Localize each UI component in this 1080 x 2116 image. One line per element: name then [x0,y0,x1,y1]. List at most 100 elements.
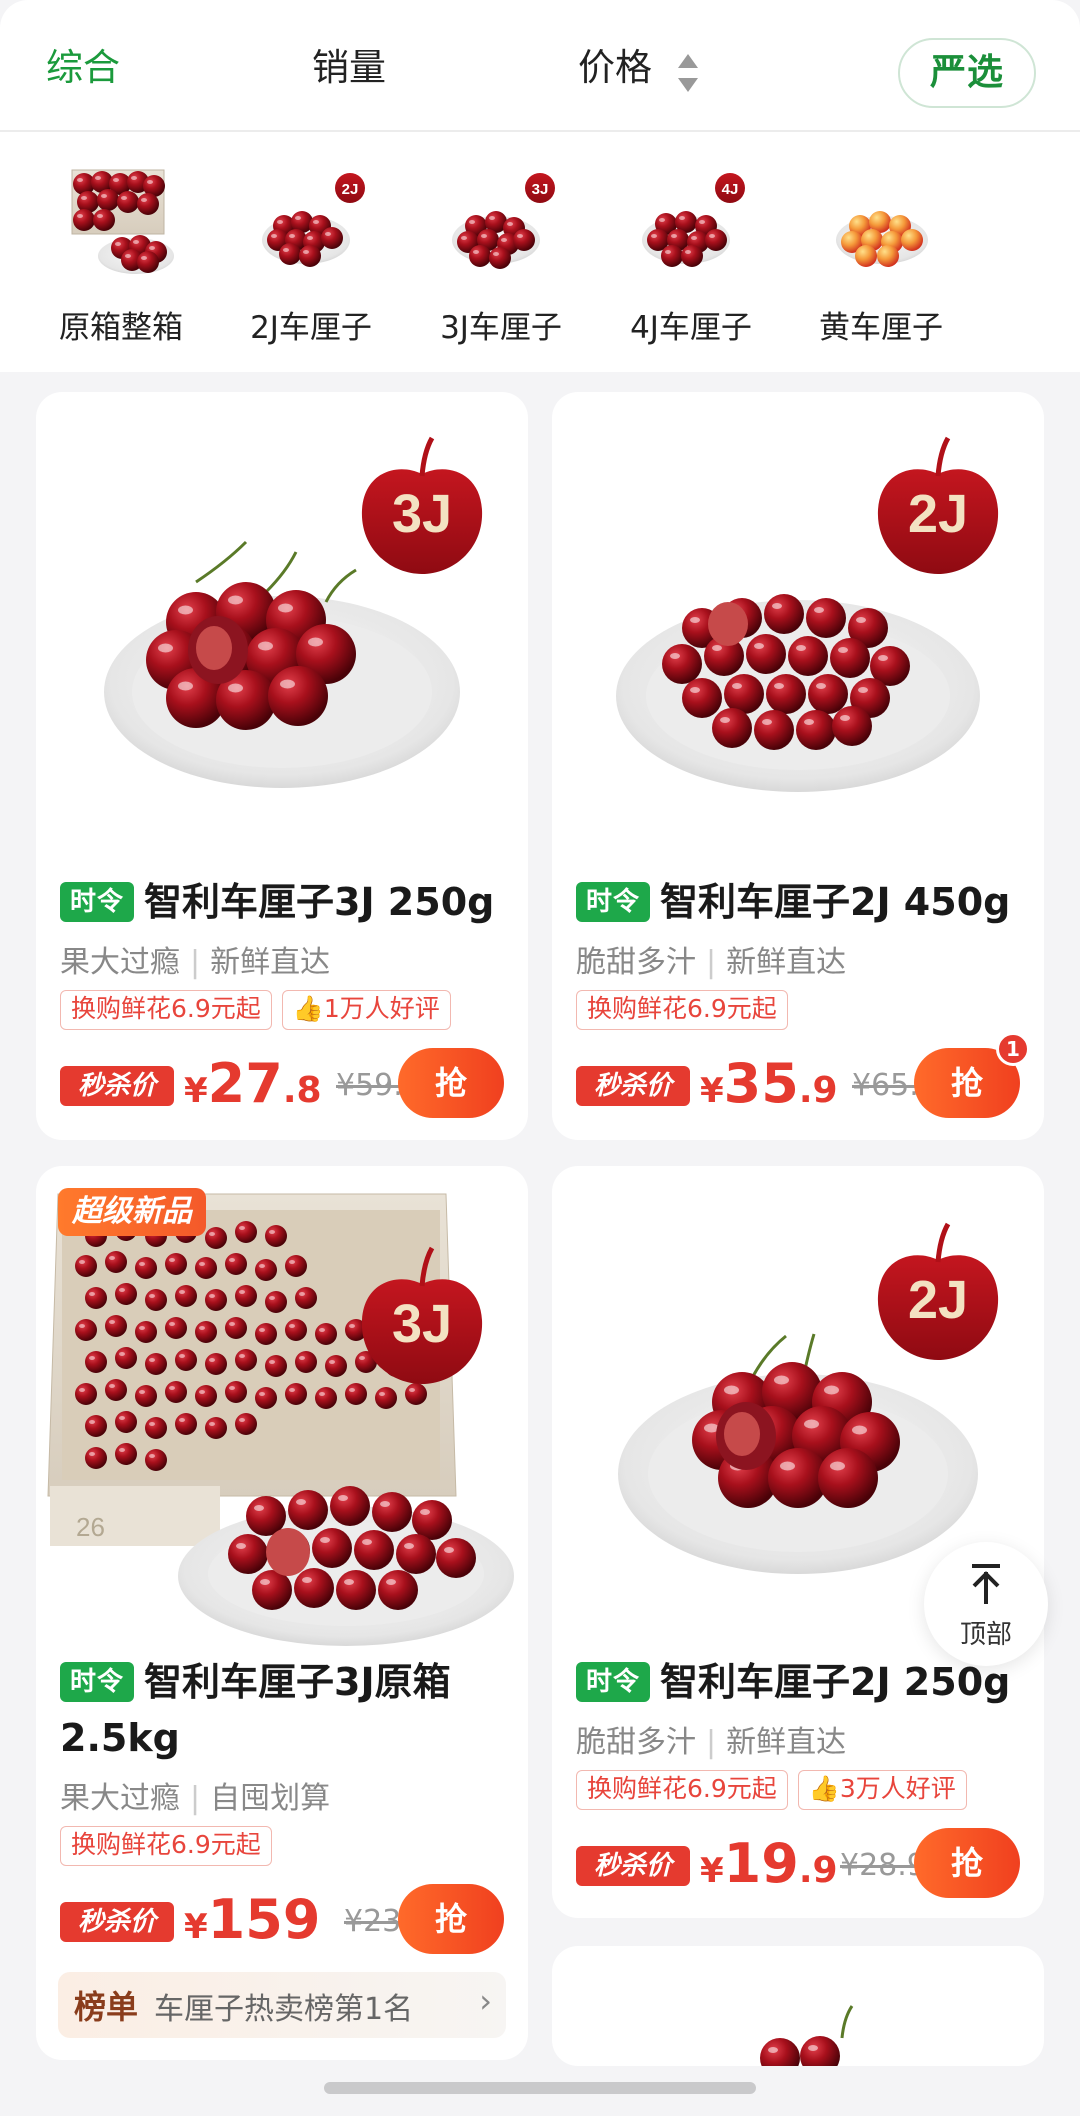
grade-label: 2J [908,1270,968,1330]
category-label: 4J车厘子 [630,310,752,346]
product-card[interactable]: 2J 时令 智利车厘子2J 450g 脆甜多汁 | 新鲜直达 换购鲜花6.9元起 秒杀… [552,392,1044,1140]
promo-chip[interactable]: 换购鲜花6.9元起 [60,1826,272,1866]
product-image: 3J [104,436,483,788]
price-integer: 35 [723,1052,799,1115]
cherry-plate-thumbnail: 2J [262,173,365,267]
grab-button-label: 抢 [950,1064,983,1102]
product-title-line2: 2.5kg [60,1716,180,1760]
tag: 自囤划算 [210,1781,331,1816]
product-image: 26 3J [47,1193,514,1646]
product-card-partial[interactable] [552,1946,1044,2066]
promo-chips: 换购鲜花6.9元起 [60,1826,282,1866]
grade-label: 3J [532,181,549,198]
cart-count-badge: 1 [996,1032,1030,1066]
review-chip[interactable]: 👍1万人好评 [281,990,451,1030]
new-product-badge: 超级新品 [58,1188,206,1236]
currency-symbol: ¥ [700,1071,724,1111]
home-indicator[interactable] [324,2082,756,2094]
category-item-yellow[interactable]: 黄车厘子 [786,160,976,370]
promo-chip[interactable]: 换购鲜花6.9元起 [576,990,788,1030]
category-label: 黄车厘子 [819,310,943,346]
product-tags: 果大过瘾 | 自囤划算 [60,1781,331,1816]
seckill-badge: 秒杀价 [576,1066,690,1106]
product-title: 时令 智利车厘子3J 250g [60,874,514,930]
seckill-badge: 秒杀价 [60,1066,174,1106]
grade-label: 2J [342,181,359,198]
category-item-3j[interactable]: 3J 3J车厘子 [406,160,596,370]
product-title-text: 智利车厘子3J原箱 [144,1660,451,1704]
arrow-up-icon [972,1564,1000,1604]
category-item-4j[interactable]: 4J 4J车厘子 [596,160,786,370]
cherry-plate-thumbnail: 4J [642,173,745,267]
back-to-top-button[interactable]: 顶部 [924,1542,1048,1666]
seasonal-badge: 时令 [576,1661,650,1702]
category-label: 原箱整箱 [59,310,183,346]
promo-chips: 换购鲜花6.9元起 👍1万人好评 [60,990,461,1030]
sale-price: ¥35.9 [700,1048,838,1120]
back-to-top-label: 顶部 [959,1620,1012,1650]
price-integer: 159 [207,1888,321,1951]
grab-button[interactable]: 抢 1 [914,1032,1030,1118]
price-row: 秒杀价 ¥159 ¥239 抢 [60,1884,504,1956]
seckill-badge: 秒杀价 [576,1846,690,1886]
ranking-text: 车厘子热卖榜第1名 [154,1992,414,2027]
product-title-text: 智利车厘子3J 250g [144,880,495,924]
tag: 新鲜直达 [210,945,331,980]
thumbs-up-icon: 👍 [292,994,324,1023]
category-item-full-box[interactable]: 原箱整箱 [26,160,216,370]
grade-label: 3J [392,1294,452,1354]
sort-comprehensive[interactable]: 综合 [46,44,120,92]
sort-bar: 综合 销量 价格 严选 [0,0,1080,132]
price-row: 秒杀价 ¥35.9 ¥65.9 抢 1 [576,1032,1030,1120]
price-integer: 27 [207,1052,283,1115]
sale-price: ¥159 [184,1884,320,1956]
currency-symbol: ¥ [184,1907,208,1947]
ranking-bar[interactable]: 榜单 车厘子热卖榜第1名 › [58,1972,506,2038]
review-chip-text: 3万人好评 [839,1774,956,1803]
yellow-cherry-thumbnail [836,211,928,267]
price-decimal: .9 [798,1850,838,1891]
cherry-box-thumbnail [71,169,174,274]
price-decimal: .8 [282,1070,322,1111]
tag: 新鲜直达 [726,945,847,980]
promo-chip[interactable]: 换购鲜花6.9元起 [576,1770,788,1810]
grab-button[interactable]: 抢 [914,1828,1020,1898]
review-chip-text: 1万人好评 [323,994,440,1023]
grade-label: 3J [392,484,452,544]
product-title: 时令 智利车厘子2J 450g [576,874,1030,930]
product-title-text: 智利车厘子2J 250g [660,1660,1011,1704]
price-decimal: .9 [798,1070,838,1111]
chevron-right-icon: › [479,1982,492,2020]
category-row: 原箱整箱 2J 2J车厘子 3J 3J车厘子 4J 4J车厘子 黄车厘子 [0,132,1080,372]
product-title: 时令 智利车厘子2J 250g [576,1654,1030,1710]
sale-price: ¥19.9 [700,1828,838,1900]
seasonal-badge: 时令 [60,1661,134,1702]
category-label: 3J车厘子 [440,310,562,346]
yanxuan-filter-button[interactable]: 严选 [898,38,1036,108]
price-row: 秒杀价 ¥19.9 ¥28.9 抢 [576,1828,1020,1900]
tag: 果大过瘾 [60,1781,180,1816]
product-title-text: 智利车厘子2J 450g [660,880,1011,924]
grade-label: 2J [908,484,968,544]
grab-button[interactable]: 抢 [398,1048,504,1118]
sort-arrows-icon[interactable] [676,52,700,94]
tag: 脆甜多汁 [576,945,696,980]
box-label: 26 [76,1512,105,1542]
product-card[interactable]: 26 3J 超级新品 时令 智利车厘子3J原箱 2.5kg 果大过瘾 | 自囤划算 换购… [36,1166,528,2060]
product-image [760,2005,854,2066]
promo-chips: 换购鲜花6.9元起 [576,990,798,1030]
product-title: 时令 智利车厘子3J原箱 2.5kg [60,1654,514,1766]
sort-price[interactable]: 价格 [578,44,652,92]
promo-chip[interactable]: 换购鲜花6.9元起 [60,990,272,1030]
grade-label: 4J [722,181,739,198]
review-chip[interactable]: 👍3万人好评 [797,1770,967,1810]
sort-sales[interactable]: 销量 [312,44,386,92]
thumbs-up-icon: 👍 [808,1774,840,1803]
currency-symbol: ¥ [700,1851,724,1891]
tag: 脆甜多汁 [576,1725,696,1760]
category-item-2j[interactable]: 2J 2J车厘子 [216,160,406,370]
tag: 果大过瘾 [60,945,180,980]
grab-button[interactable]: 抢 [398,1884,504,1954]
product-card[interactable]: 3J 时令 智利车厘子3J 250g 果大过瘾 | 新鲜直达 换购鲜花6.9元起 👍1万… [36,392,528,1140]
original-price: ¥28.9 [840,1848,926,1883]
